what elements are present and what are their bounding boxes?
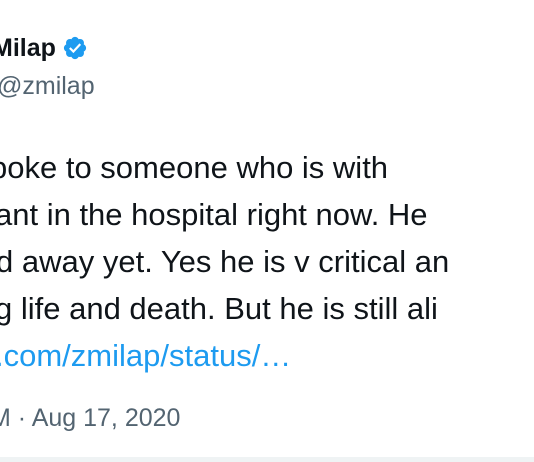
tweet-text-line: ant in the hospital right now. He: [0, 197, 428, 232]
tweet-status-link[interactable]: .com/zmilap/status/…: [0, 338, 291, 373]
tweet-text-line: poke to someone who is with: [0, 150, 389, 185]
author-name-row[interactable]: Milap: [0, 31, 88, 65]
author-handle[interactable]: @zmilap: [0, 70, 95, 102]
tweet-text-line: g life and death. But he is still ali: [0, 291, 438, 326]
author-display-name[interactable]: Milap: [0, 33, 56, 63]
tweet-time[interactable]: M: [0, 404, 11, 432]
tweet-timestamp[interactable]: M · Aug 17, 2020: [0, 398, 180, 438]
tweet-text-line: d away yet. Yes he is v critical an: [0, 244, 450, 279]
bottom-divider: [0, 457, 534, 462]
tweet-card: Milap @zmilap poke to someone who is wit…: [0, 0, 534, 462]
verified-badge-icon: [62, 35, 88, 61]
tweet-date[interactable]: Aug 17, 2020: [32, 404, 181, 432]
tweet-link-line: .com/zmilap/status/…: [0, 332, 291, 379]
meta-separator: ·: [17, 404, 32, 432]
